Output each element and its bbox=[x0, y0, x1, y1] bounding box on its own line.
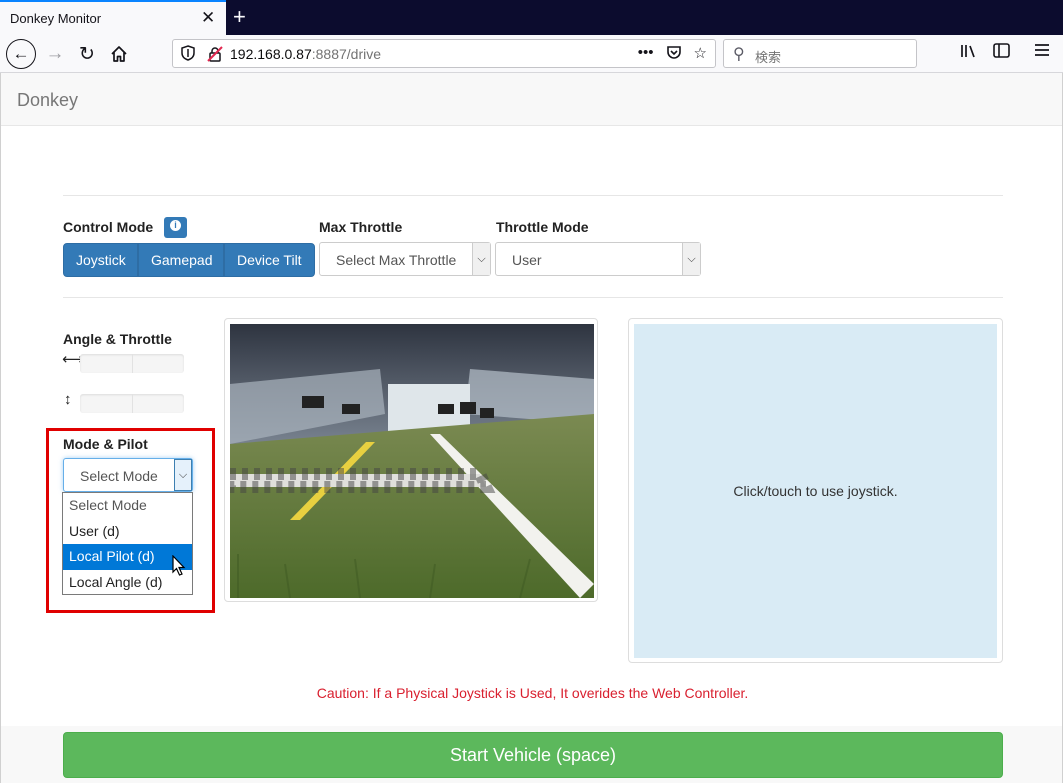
joystick-hint: Click/touch to use joystick. bbox=[733, 483, 898, 499]
mode-pilot-value: Select Mode bbox=[80, 468, 158, 484]
vertical-arrows-icon: ↕ bbox=[64, 391, 72, 408]
close-tab-icon[interactable]: ✕ bbox=[201, 8, 215, 28]
url-host: 192.168.0.87 bbox=[230, 46, 312, 62]
gamepad-mode-button[interactable]: Gamepad bbox=[138, 243, 224, 277]
url-path: :8887/drive bbox=[311, 46, 382, 62]
search-icon: ⚲ bbox=[733, 46, 745, 63]
forward-arrow-icon[interactable]: → bbox=[40, 39, 70, 69]
max-throttle-select[interactable]: Select Max Throttle ⌵ bbox=[319, 242, 491, 276]
library-icon[interactable] bbox=[960, 43, 978, 64]
joystick-frame: Click/touch to use joystick. bbox=[628, 318, 1003, 663]
page-actions-icon[interactable]: ••• bbox=[638, 44, 654, 64]
tracking-shield-icon[interactable] bbox=[181, 45, 195, 61]
divider bbox=[63, 195, 1003, 196]
search-placeholder: 検索 bbox=[755, 50, 782, 65]
mode-pilot-label: Mode & Pilot bbox=[63, 436, 148, 452]
start-vehicle-button[interactable]: Start Vehicle (space) bbox=[63, 732, 1003, 778]
chevron-down-icon: ⌵ bbox=[174, 459, 192, 491]
angle-progress-bar bbox=[80, 354, 184, 373]
max-throttle-label: Max Throttle bbox=[319, 219, 403, 235]
divider bbox=[63, 297, 1003, 298]
chevron-down-icon: ⌵ bbox=[682, 243, 700, 275]
browser-tab[interactable]: Donkey Monitor ✕ bbox=[0, 0, 226, 35]
bookmark-star-icon[interactable]: ☆ bbox=[694, 44, 707, 64]
max-throttle-value: Select Max Throttle bbox=[336, 252, 457, 268]
address-bar[interactable]: 192.168.0.87:8887/drive ••• ☆ bbox=[172, 39, 716, 68]
home-icon[interactable] bbox=[104, 39, 134, 69]
control-mode-button-group: Joystick Gamepad Device Tilt bbox=[63, 243, 315, 277]
insecure-lock-icon[interactable] bbox=[207, 46, 223, 62]
throttle-mode-select[interactable]: User ⌵ bbox=[495, 242, 701, 276]
mode-pilot-dropdown: Select Mode User (d) Local Pilot (d) Loc… bbox=[62, 492, 193, 595]
url-actions: ••• ☆ bbox=[638, 44, 707, 64]
search-bar[interactable]: ⚲ 検索 bbox=[723, 39, 917, 68]
device-tilt-mode-button[interactable]: Device Tilt bbox=[224, 243, 315, 277]
sidebar-icon[interactable] bbox=[993, 43, 1010, 63]
info-icon[interactable]: i bbox=[164, 217, 187, 238]
page-viewport: Donkey Control Mode i Joystick Gamepad D… bbox=[0, 73, 1063, 783]
throttle-mode-value: User bbox=[512, 252, 542, 268]
browser-toolbar: ← → ↻ 192.168.0.87:8887/drive ••• ☆ ⚲ 検索 bbox=[0, 35, 1063, 73]
back-arrow-icon[interactable]: ← bbox=[6, 39, 36, 69]
camera-image bbox=[230, 324, 594, 598]
joystick-mode-button[interactable]: Joystick bbox=[63, 243, 138, 277]
brand-link[interactable]: Donkey bbox=[17, 90, 78, 111]
pocket-icon[interactable] bbox=[666, 44, 682, 64]
control-mode-label: Control Mode bbox=[63, 219, 154, 235]
angle-throttle-label: Angle & Throttle bbox=[63, 331, 172, 347]
tab-title: Donkey Monitor bbox=[10, 11, 102, 26]
new-tab-button[interactable]: + bbox=[233, 3, 246, 31]
throttle-progress-bar bbox=[80, 394, 184, 413]
app-navbar: Donkey bbox=[1, 73, 1062, 126]
mouse-pointer-icon bbox=[172, 555, 186, 576]
browser-tab-bar: Donkey Monitor ✕ + bbox=[0, 0, 1063, 35]
dropdown-option[interactable]: Select Mode bbox=[63, 493, 192, 519]
menu-icon[interactable] bbox=[1034, 43, 1050, 62]
url-text[interactable]: 192.168.0.87:8887/drive bbox=[230, 46, 381, 62]
camera-feed-frame bbox=[224, 318, 598, 602]
joystick-pad[interactable]: Click/touch to use joystick. bbox=[634, 324, 997, 658]
dropdown-option[interactable]: User (d) bbox=[63, 519, 192, 545]
mode-pilot-select[interactable]: Select Mode ⌵ bbox=[63, 458, 193, 492]
throttle-mode-label: Throttle Mode bbox=[496, 219, 589, 235]
reload-icon[interactable]: ↻ bbox=[72, 39, 102, 69]
chevron-down-icon: ⌵ bbox=[472, 243, 490, 275]
caution-message: Caution: If a Physical Joystick is Used,… bbox=[316, 685, 749, 701]
